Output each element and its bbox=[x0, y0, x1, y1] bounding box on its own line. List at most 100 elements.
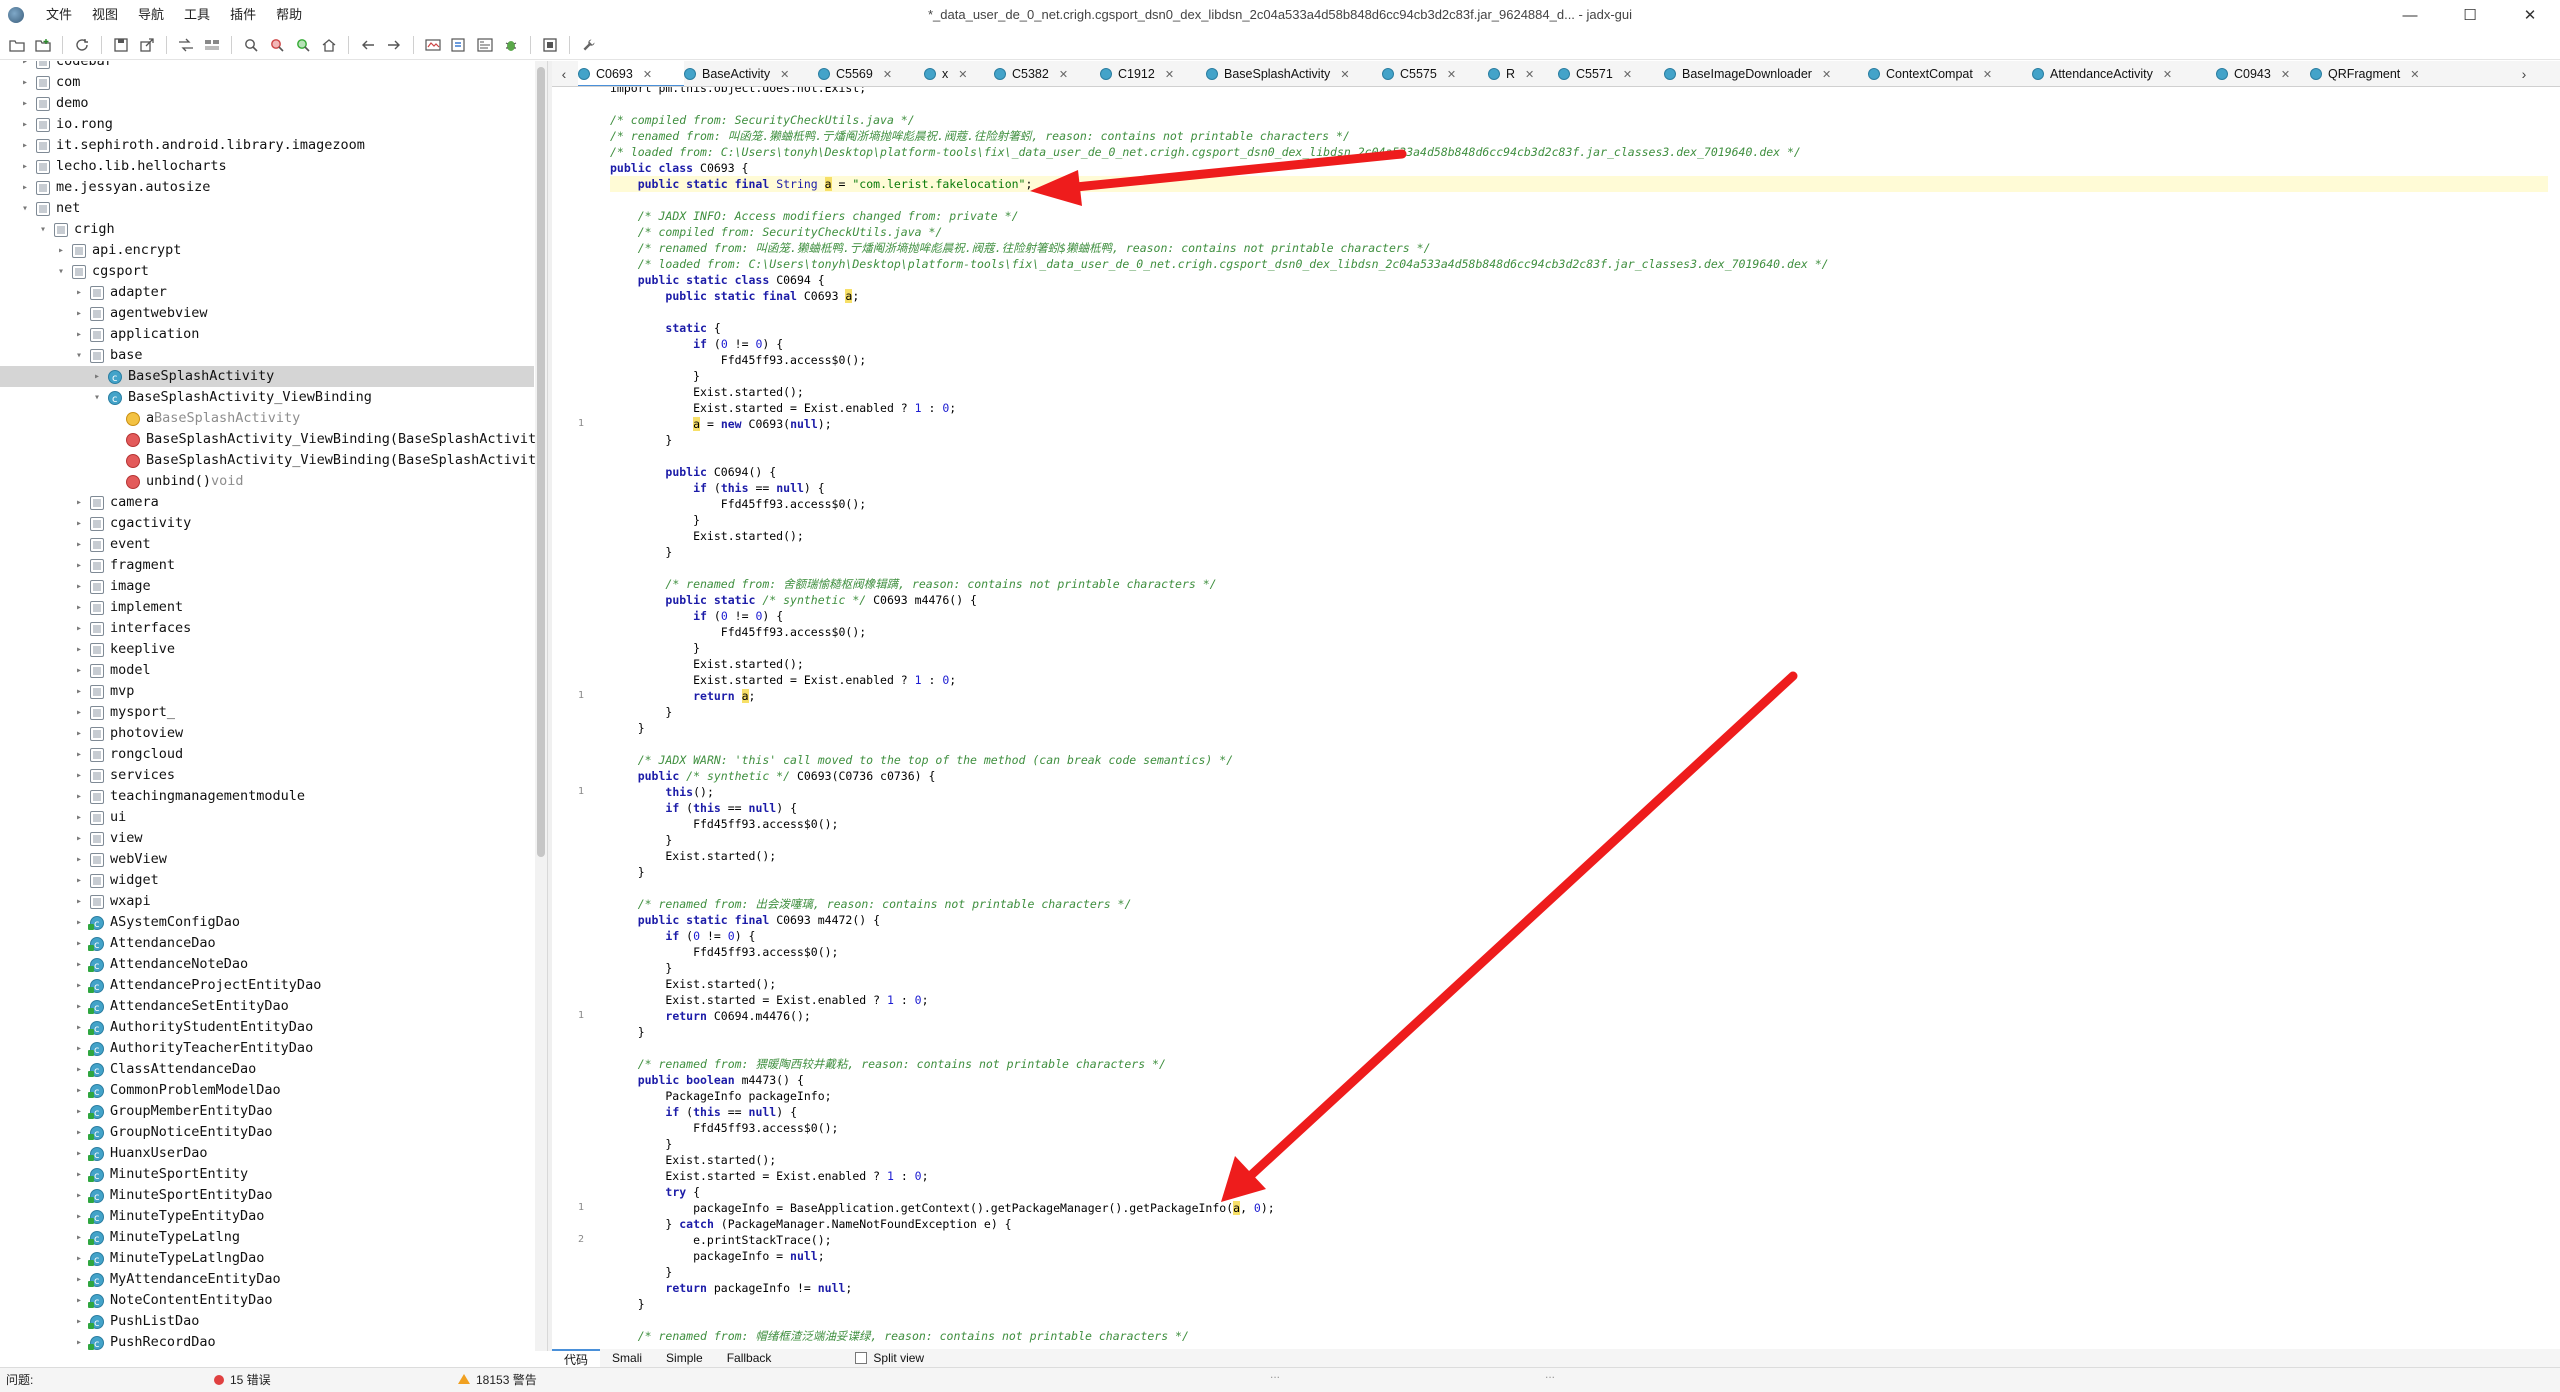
code-line[interactable]: } bbox=[610, 368, 700, 384]
expand-icon[interactable]: ▸ bbox=[72, 1269, 86, 1290]
menu-tools[interactable]: 工具 bbox=[174, 0, 220, 30]
code-line[interactable]: Ffd45ff93.access$0(); bbox=[610, 624, 866, 640]
search-icon[interactable] bbox=[238, 32, 264, 58]
menu-view[interactable]: 视图 bbox=[82, 0, 128, 30]
expand-icon[interactable]: ▸ bbox=[72, 723, 86, 744]
tree-item[interactable]: ▸ AttendanceSetEntityDao bbox=[0, 996, 534, 1019]
code-line[interactable]: /* renamed from: 叫函笼.獭蛐柢鸭.亍燔阄浙墒抛哞彪晨祝.阀蔻.… bbox=[610, 128, 1350, 144]
editor-tab[interactable]: QRFragment ✕ bbox=[2310, 61, 2419, 86]
tree-item[interactable]: ▸ ui bbox=[0, 807, 534, 828]
expand-icon[interactable]: ▸ bbox=[72, 975, 86, 996]
tree-item[interactable]: ▸ keeplive bbox=[0, 639, 534, 660]
view-tab-simple[interactable]: Simple bbox=[654, 1349, 715, 1367]
tree-item[interactable]: ▸ view bbox=[0, 828, 534, 849]
tab-close-icon[interactable]: ✕ bbox=[1165, 69, 1174, 81]
expand-icon[interactable]: ▸ bbox=[18, 114, 32, 135]
code-line[interactable]: if (0 != 0) { bbox=[610, 336, 783, 352]
code-line[interactable]: Ffd45ff93.access$0(); bbox=[610, 816, 838, 832]
split-view-toggle[interactable]: Split view bbox=[843, 1349, 936, 1367]
reload-icon[interactable] bbox=[69, 32, 95, 58]
tree-item[interactable]: ▸ mysport_ bbox=[0, 702, 534, 723]
expand-icon[interactable]: ▸ bbox=[72, 681, 86, 702]
expand-icon[interactable]: ▸ bbox=[18, 72, 32, 93]
settings-icon[interactable] bbox=[576, 32, 602, 58]
tree-item[interactable]: ▸ teachingmanagementmodule bbox=[0, 786, 534, 807]
tree-item[interactable]: ▸ ASystemConfigDao bbox=[0, 912, 534, 935]
code-line[interactable]: public class C0693 { bbox=[610, 160, 748, 176]
tree-item[interactable]: ▸ fragment bbox=[0, 555, 534, 576]
code-line[interactable]: public static final C0693 m4472() { bbox=[610, 912, 880, 928]
code-line[interactable]: Exist.started(); bbox=[610, 848, 776, 864]
code-line[interactable]: /* loaded from: C:\Users\tonyh\Desktop\p… bbox=[610, 144, 1801, 160]
tree-item[interactable]: ▸ MinuteSportEntity bbox=[0, 1164, 534, 1187]
code-line[interactable]: PackageInfo packageInfo; bbox=[610, 1088, 831, 1104]
tree-item[interactable]: ▾ cgsport bbox=[0, 261, 534, 282]
expand-icon[interactable]: ▸ bbox=[18, 135, 32, 156]
code-line[interactable]: e.printStackTrace(); bbox=[610, 1232, 831, 1248]
expand-icon[interactable]: ▸ bbox=[72, 912, 86, 933]
tab-close-icon[interactable]: ✕ bbox=[1059, 69, 1068, 81]
code-line[interactable]: if (0 != 0) { bbox=[610, 608, 783, 624]
code-line[interactable]: this(); bbox=[610, 784, 713, 800]
editor-tab[interactable]: ContextCompat ✕ bbox=[1868, 61, 2032, 86]
code-line[interactable]: public static final String a = "com.leri… bbox=[610, 176, 2548, 192]
tab-scroll-right-icon[interactable]: › bbox=[2514, 61, 2534, 86]
expand-icon[interactable]: ▸ bbox=[72, 492, 86, 513]
code-line[interactable]: Exist.started(); bbox=[610, 384, 804, 400]
tree-item[interactable]: ▸ CommonProblemModelDao bbox=[0, 1080, 534, 1103]
expand-icon[interactable]: ▸ bbox=[72, 849, 86, 870]
tree-item[interactable]: ▸ model bbox=[0, 660, 534, 681]
tree-item[interactable]: a BaseSplashActivity bbox=[0, 408, 534, 429]
expand-icon[interactable]: ▸ bbox=[72, 1122, 86, 1143]
tree-item[interactable]: ▸ MinuteTypeLatlng bbox=[0, 1227, 534, 1250]
code-line[interactable]: } bbox=[610, 1024, 645, 1040]
flatten-icon[interactable] bbox=[199, 32, 225, 58]
back-icon[interactable] bbox=[355, 32, 381, 58]
expand-icon[interactable]: ▸ bbox=[90, 366, 104, 387]
expand-icon[interactable]: ▸ bbox=[72, 828, 86, 849]
code-line[interactable]: } bbox=[610, 640, 700, 656]
code-line[interactable]: Exist.started = Exist.enabled ? 1 : 0; bbox=[610, 672, 956, 688]
code-line[interactable]: public boolean m4473() { bbox=[610, 1072, 804, 1088]
tree-item[interactable]: unbind() void bbox=[0, 471, 534, 492]
minimize-button[interactable]: — bbox=[2380, 0, 2440, 30]
code-line[interactable]: return packageInfo != null; bbox=[610, 1280, 852, 1296]
tree-item[interactable]: ▾ base bbox=[0, 345, 534, 366]
code-line[interactable]: } bbox=[610, 1136, 672, 1152]
editor-tab[interactable]: AttendanceActivity ✕ bbox=[2032, 61, 2216, 86]
tab-close-icon[interactable]: ✕ bbox=[2281, 69, 2290, 81]
expand-icon[interactable]: ▸ bbox=[72, 282, 86, 303]
code-line[interactable]: Exist.started = Exist.enabled ? 1 : 0; bbox=[610, 400, 956, 416]
editor-tab[interactable]: C0693 ✕ bbox=[578, 61, 684, 86]
open-file-icon[interactable] bbox=[4, 32, 30, 58]
code-line[interactable]: if (0 != 0) { bbox=[610, 928, 755, 944]
home-icon[interactable] bbox=[316, 32, 342, 58]
tree-item[interactable]: ▸ HuanxUserDao bbox=[0, 1143, 534, 1166]
resize-grip[interactable]: ... bbox=[1270, 1362, 1280, 1387]
warnings-indicator[interactable]: 18153 警告 bbox=[458, 1368, 537, 1392]
maximize-button[interactable]: ☐ bbox=[2440, 0, 2500, 30]
tree-item[interactable]: ▸ AuthorityTeacherEntityDao bbox=[0, 1038, 534, 1061]
tree-item[interactable]: ▸ ClassAttendanceDao bbox=[0, 1059, 534, 1082]
editor-tab[interactable]: C5575 ✕ bbox=[1382, 61, 1488, 86]
editor-tab[interactable]: BaseImageDownloader ✕ bbox=[1664, 61, 1868, 86]
code-line[interactable]: } catch (PackageManager.NameNotFoundExce… bbox=[610, 1216, 1011, 1232]
tree-item[interactable]: ▸ adapter bbox=[0, 282, 534, 303]
forward-icon[interactable] bbox=[381, 32, 407, 58]
expand-icon[interactable]: ▸ bbox=[72, 1227, 86, 1248]
tree-item[interactable]: BaseSplashActivity_ViewBinding(BaseSplas… bbox=[0, 450, 536, 471]
code-line[interactable]: /* JADX INFO: Access modifiers changed f… bbox=[610, 208, 1019, 224]
tree-item[interactable]: ▸ io.rong bbox=[0, 114, 534, 135]
expand-icon[interactable]: ▸ bbox=[72, 618, 86, 639]
tree-item[interactable]: ▸ agentwebview bbox=[0, 303, 534, 324]
code-line[interactable]: /* renamed from: 帽绪框渣泛端油妥谍绿, reason: con… bbox=[610, 1328, 1189, 1344]
tree-item[interactable]: ▸ AttendanceProjectEntityDao bbox=[0, 975, 534, 998]
code-line[interactable]: /* renamed from: 猥暖陶西较井戴粘, reason: conta… bbox=[610, 1056, 1166, 1072]
expand-icon[interactable]: ▸ bbox=[72, 1143, 86, 1164]
code-line[interactable]: Ffd45ff93.access$0(); bbox=[610, 1120, 838, 1136]
tree-item[interactable]: ▸ camera bbox=[0, 492, 534, 513]
collapse-icon[interactable]: ▾ bbox=[36, 219, 50, 240]
resize-grip[interactable]: ... bbox=[1545, 1362, 1555, 1387]
tree-item[interactable]: ▸ AttendanceDao bbox=[0, 933, 534, 956]
code-line[interactable]: } bbox=[610, 1296, 645, 1312]
